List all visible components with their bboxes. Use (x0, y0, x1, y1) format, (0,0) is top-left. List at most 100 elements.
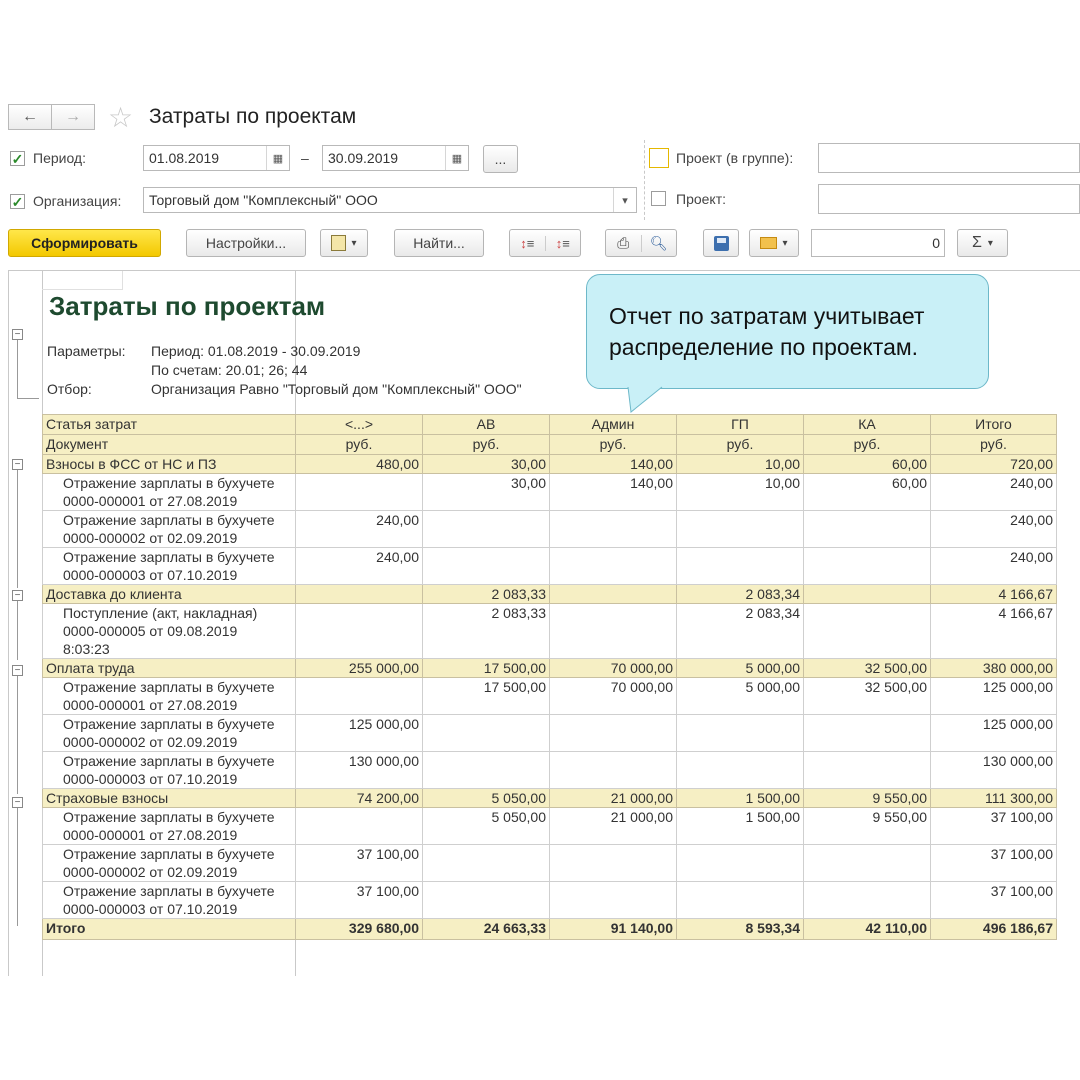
collapse-icon[interactable]: − (12, 590, 23, 601)
calendar-icon[interactable]: ▦ (266, 146, 289, 170)
period-select-button[interactable]: ... (483, 145, 518, 173)
table-row[interactable]: Отражение зарплаты в бухучете 0000-000003… (42, 751, 1057, 789)
project-group-field[interactable] (818, 143, 1080, 173)
group-value: 70 000,00 (549, 658, 677, 678)
table-row[interactable]: Отражение зарплаты в бухучете 0000-000001… (42, 473, 1057, 511)
organization-field[interactable]: Торговый дом "Комплексный" ООО ▾ (143, 187, 637, 213)
sort-buttons[interactable]: ↕≡ ↕≡ (509, 229, 581, 257)
project-group-checkbox[interactable] (649, 148, 669, 168)
table-row[interactable]: Отражение зарплаты в бухучете 0000-000001… (42, 807, 1057, 845)
header-row: Статья затрат <...> АВ Админ ГП КА Итого (42, 414, 1057, 435)
row-value (549, 714, 677, 752)
document-line: Отражение зарплаты в бухучете (63, 679, 275, 695)
group-name: Доставка до клиента (42, 584, 296, 604)
document-line: Отражение зарплаты в бухучете (63, 475, 275, 491)
group-value: 2 083,33 (422, 584, 550, 604)
period-to-field[interactable]: 30.09.2019 ▦ (322, 145, 469, 171)
group-value: 480,00 (295, 454, 423, 474)
period-from-field[interactable]: 01.08.2019 ▦ (143, 145, 290, 171)
table-row[interactable]: Отражение зарплаты в бухучете 0000-000003… (42, 881, 1057, 919)
project-field[interactable] (818, 184, 1080, 214)
header-project: Итого (930, 414, 1057, 435)
collapse-icon[interactable]: − (12, 665, 23, 676)
project-group-label: Проект (в группе): (676, 150, 794, 166)
row-value: 125 000,00 (295, 714, 423, 752)
header-project: АВ (422, 414, 550, 435)
total-row: Итого 329 680,00 24 663,33 91 140,00 8 593,3… (42, 918, 1057, 940)
document-line: Отражение зарплаты в бухучете (63, 846, 275, 862)
sum-field[interactable]: 0 (811, 229, 945, 257)
row-value: 5 000,00 (676, 677, 804, 715)
group-row[interactable]: Взносы в ФСС от НС и ПЗ 480,00 30,00 140,00… (42, 454, 1057, 474)
project-checkbox[interactable] (651, 191, 666, 206)
group-value: 2 083,34 (676, 584, 804, 604)
header-cost-item: Статья затрат (42, 414, 296, 435)
row-value: 130 000,00 (930, 751, 1057, 789)
expand-all-icon[interactable]: ↕≡ (510, 235, 546, 251)
row-value (803, 510, 931, 548)
print-buttons[interactable]: ⎙ 🔍︎ (605, 229, 677, 257)
collapse-icon[interactable]: − (12, 459, 23, 470)
table-row[interactable]: Отражение зарплаты в бухучете 0000-000001… (42, 677, 1057, 715)
document-cell: Отражение зарплаты в бухучете 0000-000002… (42, 510, 296, 548)
send-email-button[interactable]: ▾ (749, 229, 799, 257)
row-value: 1 500,00 (676, 807, 804, 845)
group-value: 32 500,00 (803, 658, 931, 678)
header-row: Документ руб. руб. руб. руб. руб. руб. (42, 434, 1057, 455)
ellipsis-label: ... (494, 151, 507, 167)
row-value (422, 844, 550, 882)
find-button[interactable]: Найти... (394, 229, 484, 257)
print-icon[interactable]: ⎙ (606, 234, 642, 252)
row-value (676, 881, 804, 919)
organization-checkbox[interactable]: ✓ (10, 194, 25, 209)
sigma-icon: Σ (972, 234, 982, 251)
generate-button[interactable]: Сформировать (8, 229, 161, 257)
table-row[interactable]: Отражение зарплаты в бухучете 0000-000002… (42, 714, 1057, 752)
group-value (803, 584, 931, 604)
back-button[interactable]: ← (8, 104, 52, 130)
row-value: 240,00 (930, 547, 1057, 585)
collapse-icon[interactable]: − (12, 329, 23, 340)
collapse-all-icon[interactable]: ↕≡ (546, 236, 581, 251)
star-icon[interactable]: ☆ (108, 101, 133, 134)
report-title: Затраты по проектам (49, 291, 326, 321)
save-button[interactable] (703, 229, 739, 257)
variants-button[interactable]: ▾ (320, 229, 368, 257)
document-cell: Отражение зарплаты в бухучете 0000-000002… (42, 714, 296, 752)
chevron-down-icon[interactable]: ▾ (613, 188, 636, 212)
chevron-down-icon: ▾ (782, 237, 788, 249)
header-unit: руб. (422, 434, 550, 455)
sum-mode-button[interactable]: Σ ▾ (957, 229, 1008, 257)
group-row[interactable]: Страховые взносы 74 200,00 5 050,00 21 000,… (42, 788, 1057, 808)
collapse-icon[interactable]: − (12, 797, 23, 808)
tree-line (17, 398, 39, 399)
row-value: 37 100,00 (930, 881, 1057, 919)
forward-button[interactable]: → (51, 104, 95, 130)
group-value: 74 200,00 (295, 788, 423, 808)
row-value: 4 166,67 (930, 603, 1057, 659)
settings-button[interactable]: Настройки... (186, 229, 306, 257)
save-icon (713, 235, 729, 251)
period-label: Период: (33, 150, 86, 166)
table-row[interactable]: Поступление (акт, накладная) 0000-000005 … (42, 603, 1057, 659)
document-line: Отражение зарплаты в бухучете (63, 753, 275, 769)
row-value (676, 751, 804, 789)
period-checkbox[interactable]: ✓ (10, 151, 25, 166)
row-value: 32 500,00 (803, 677, 931, 715)
group-row[interactable]: Доставка до клиента 2 083,33 2 083,34 4 166… (42, 584, 1057, 604)
group-value: 111 300,00 (930, 788, 1057, 808)
row-value: 240,00 (930, 473, 1057, 511)
table-row[interactable]: Отражение зарплаты в бухучете 0000-000002… (42, 844, 1057, 882)
document-line: 0000-000003 от 07.10.2019 (63, 567, 238, 583)
mail-icon (760, 237, 778, 249)
calendar-icon[interactable]: ▦ (445, 146, 468, 170)
total-value: 496 186,67 (930, 918, 1057, 940)
preview-icon[interactable]: 🔍︎ (642, 235, 677, 252)
organization-value: Торговый дом "Комплексный" ООО (149, 192, 378, 208)
row-value: 140,00 (549, 473, 677, 511)
params-accounts: По счетам: 20.01; 26; 44 (151, 362, 308, 378)
group-row[interactable]: Оплата труда 255 000,00 17 500,00 70 000,00… (42, 658, 1057, 678)
table-row[interactable]: Отражение зарплаты в бухучете 0000-000003… (42, 547, 1057, 585)
table-row[interactable]: Отражение зарплаты в бухучете 0000-000002… (42, 510, 1057, 548)
row-value (803, 603, 931, 659)
